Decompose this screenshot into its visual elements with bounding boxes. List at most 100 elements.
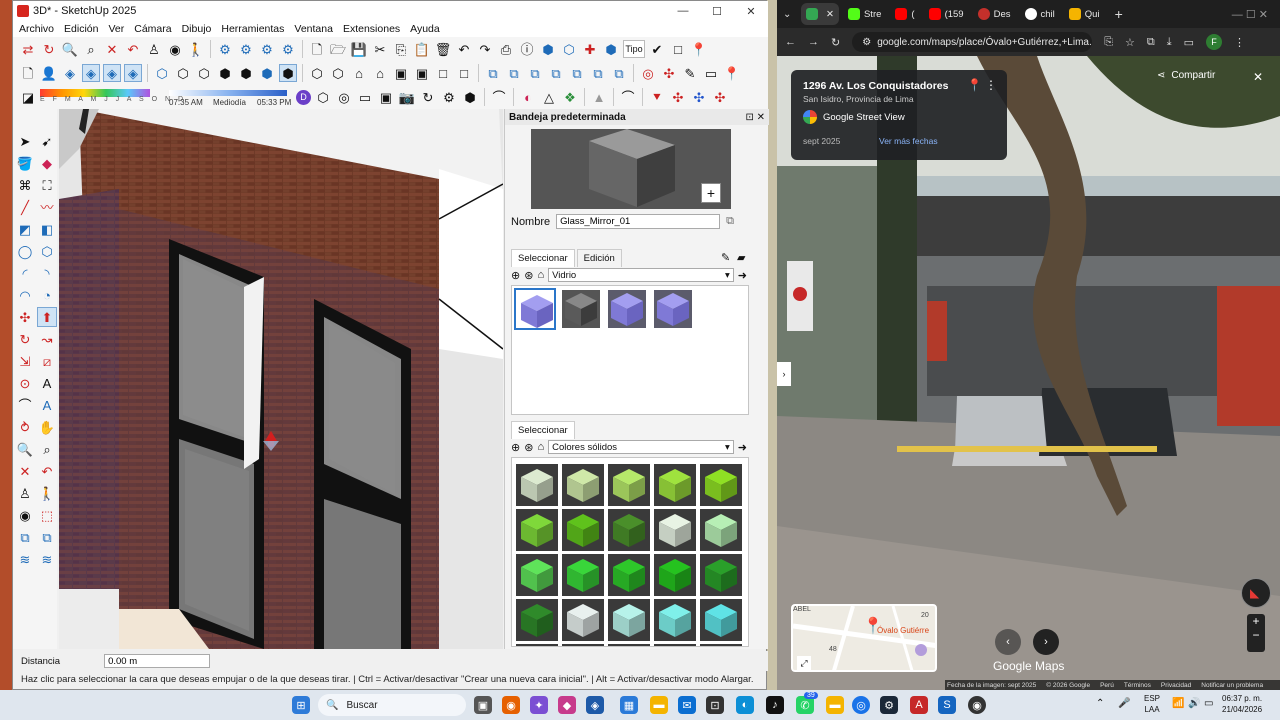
site-info-icon[interactable]: ⚙	[862, 37, 871, 48]
3d-text-icon[interactable]: A	[37, 395, 57, 415]
swatch-solid-color[interactable]	[700, 644, 742, 646]
cone-icon[interactable]: △	[540, 88, 558, 106]
copilot-icon[interactable]: ✦	[530, 696, 548, 714]
iso-view-icon[interactable]: ⬡	[153, 64, 171, 82]
footer-terms[interactable]: Términos	[1124, 682, 1151, 689]
polygon-icon[interactable]: ⬡	[37, 241, 57, 261]
sandbox-7-icon[interactable]: ⧉	[610, 64, 628, 82]
user-icon[interactable]: 👤	[40, 64, 58, 82]
mini-map[interactable]: 📍 Óvalo Gutiérre ABEL 48 20 ⤢	[791, 604, 937, 672]
tab-google[interactable]: chil	[1020, 3, 1060, 25]
zoom-extents-tool-icon[interactable]: ✕	[15, 461, 35, 481]
swatch-solid-color[interactable]	[516, 554, 558, 596]
save-icon[interactable]: 💾	[350, 40, 368, 58]
swatch-solid-color[interactable]	[562, 464, 604, 506]
video-icon[interactable]: ▭	[356, 88, 374, 106]
position-camera-tool-icon[interactable]: ♙	[15, 483, 35, 503]
3d-viewport[interactable]	[59, 109, 503, 649]
more-options-icon[interactable]: ⋮	[985, 78, 997, 92]
image-icon[interactable]: ▣	[377, 88, 395, 106]
leaf-icon[interactable]: ❖	[561, 88, 579, 106]
tab-youtube-1[interactable]: (	[890, 3, 919, 25]
forward-2-icon[interactable]: ⊛	[524, 441, 533, 454]
swatch-solid-color[interactable]	[516, 599, 558, 641]
copy-material-icon[interactable]: ⧉	[726, 215, 734, 228]
sandbox-tool-2-icon[interactable]: ⧉	[37, 527, 57, 547]
move-all-icon[interactable]: ✣	[669, 88, 687, 106]
camera-target-icon[interactable]: ◎	[335, 88, 353, 106]
style-hidden-icon[interactable]: ◈	[103, 64, 121, 82]
square-2-icon[interactable]: □	[455, 64, 473, 82]
app-pink-icon[interactable]: ◆	[558, 696, 576, 714]
swatch-solid-color[interactable]	[654, 464, 696, 506]
rectangle-icon[interactable]: ◩	[15, 219, 35, 239]
arc-3-icon[interactable]: ◠	[15, 285, 35, 305]
rotated-rectangle-icon[interactable]: ◧	[37, 219, 57, 239]
close-button[interactable]: ✕	[734, 1, 768, 21]
swatch-glass-3[interactable]	[606, 288, 648, 330]
menu-archivo[interactable]: Archivo	[19, 23, 54, 35]
menu-ventana[interactable]: Ventana	[294, 23, 333, 35]
tab-seleccionar[interactable]: Seleccionar	[511, 249, 575, 267]
tab-qui[interactable]: Qui	[1064, 3, 1105, 25]
edge-icon[interactable]: ◐	[736, 696, 754, 714]
chrome-window-controls[interactable]: — ☐ ✕	[1232, 8, 1280, 21]
swatch-solid-color[interactable]	[608, 509, 650, 551]
swatch-solid-color[interactable]	[700, 554, 742, 596]
swatch-solid-color[interactable]	[654, 644, 696, 646]
bookmark-icon[interactable]: ☆	[1125, 36, 1135, 49]
language-indicator[interactable]: ESP LAA	[1144, 693, 1160, 715]
details-arrow-icon[interactable]: ➜	[738, 269, 747, 282]
bottom-view-icon[interactable]: ⬢	[279, 64, 297, 82]
top-view-icon[interactable]: ⬡	[174, 64, 192, 82]
pin-icon[interactable]: 📍	[723, 64, 741, 82]
folder-icon[interactable]: ▬	[826, 696, 844, 714]
swatch-glass-2[interactable]	[560, 288, 602, 330]
copy-icon[interactable]: ⎘	[392, 40, 410, 58]
create-material-button[interactable]: +	[701, 183, 721, 203]
move-all-blue-icon[interactable]: ✣	[690, 88, 708, 106]
tray-chevron-icon[interactable]: ⌃	[1096, 698, 1104, 709]
autocad-icon[interactable]: A	[910, 696, 928, 714]
pie-icon[interactable]: ◔	[37, 285, 57, 305]
swatch-solid-color[interactable]	[562, 554, 604, 596]
steam-icon[interactable]: ⚙	[880, 696, 898, 714]
component-icon[interactable]: ⬡	[308, 64, 326, 82]
back-2-icon[interactable]: ⊕	[511, 441, 520, 454]
volume-icon[interactable]: 🔊	[1188, 698, 1200, 709]
move-red-icon[interactable]: ⇄	[19, 40, 37, 58]
camera-icon[interactable]: 📷	[398, 88, 416, 106]
undo-icon[interactable]: ↶	[455, 40, 473, 58]
tab-stream[interactable]: Stre	[843, 3, 886, 25]
axes-icon[interactable]: ✚	[581, 40, 599, 58]
scale-icon[interactable]: ⇲	[15, 351, 35, 371]
download-icon[interactable]: ⤓	[1167, 36, 1172, 49]
curve-icon[interactable]: ⌒	[490, 88, 508, 106]
tag-icon[interactable]: ⌘	[15, 175, 35, 195]
paint-icon[interactable]: ▰	[737, 251, 745, 264]
freehand-icon[interactable]: 〰	[37, 197, 57, 217]
tape-measure-icon[interactable]: ⊙	[15, 373, 35, 393]
orbit-icon[interactable]: ⥁	[15, 417, 35, 437]
menu-edicion[interactable]: Edición	[64, 23, 98, 35]
omnibox[interactable]: ⚙ google.com/maps/place/Óvalo+Gutiérrez,…	[852, 32, 1093, 52]
swatch-solid-color[interactable]	[700, 464, 742, 506]
shadow-toggle-icon[interactable]: ◪	[19, 88, 37, 106]
library-1-dropdown[interactable]: Vidrio ▾	[548, 268, 734, 282]
swatch-solid-color[interactable]	[562, 509, 604, 551]
battery-icon[interactable]: ▭	[1204, 698, 1213, 709]
sandbox-3-icon[interactable]: ⧉	[526, 64, 544, 82]
swatch-glass-4[interactable]	[652, 288, 694, 330]
move-all-2-icon[interactable]: ✣	[711, 88, 729, 106]
tab-edicion[interactable]: Edición	[576, 249, 622, 267]
minimize-button[interactable]: —	[666, 1, 700, 21]
task-view-icon[interactable]: ▣	[474, 696, 492, 714]
zoom-icon[interactable]: 🔍	[61, 40, 79, 58]
sandbox-icon[interactable]: ⧉	[484, 64, 502, 82]
reload-icon[interactable]: ↻	[831, 36, 840, 49]
move-icon[interactable]: ✣	[15, 307, 35, 327]
home-icon[interactable]: ⌂	[537, 269, 544, 281]
print-icon[interactable]: ⎙	[497, 40, 515, 58]
previous-tool-icon[interactable]: ↶	[37, 461, 57, 481]
ramp-icon[interactable]: ▲	[590, 88, 608, 106]
